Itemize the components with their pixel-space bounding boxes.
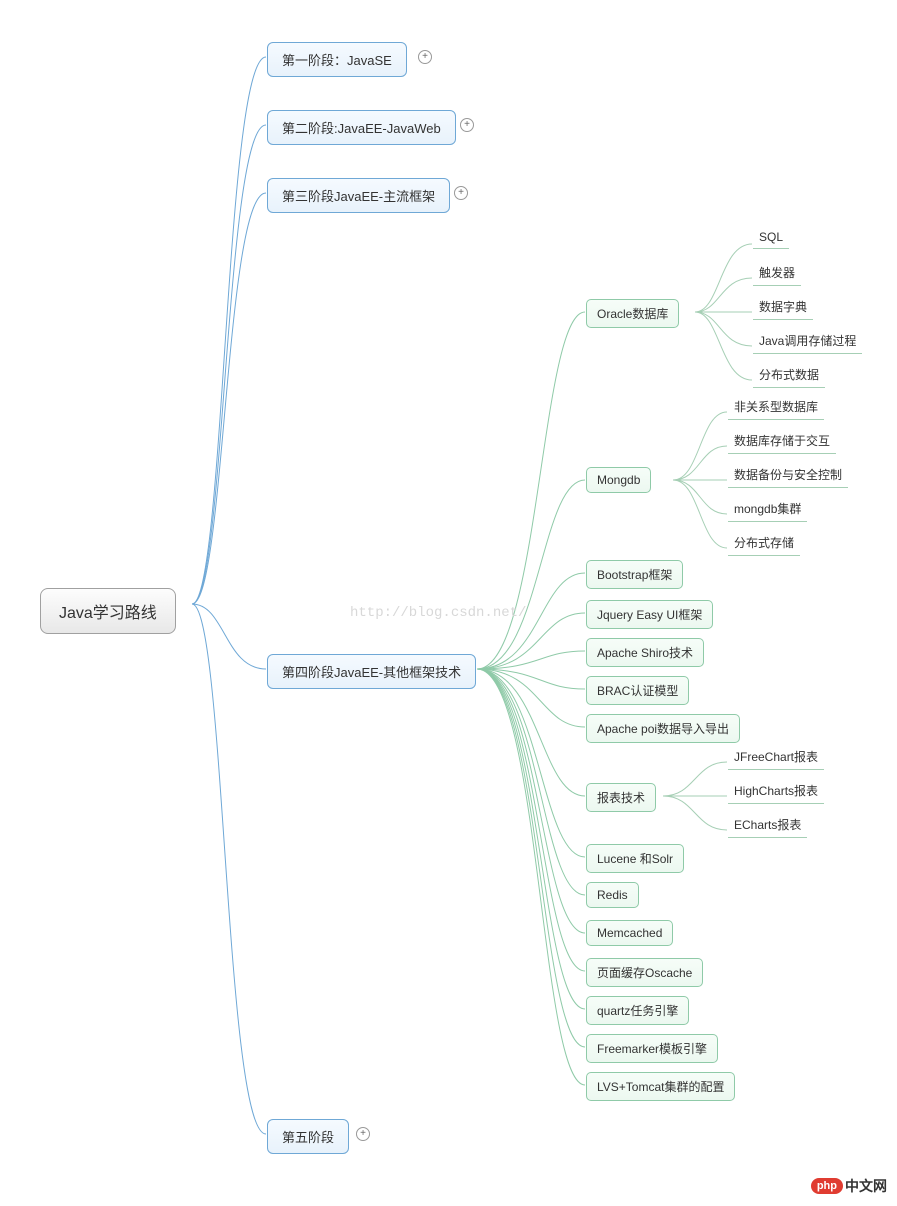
- poi-node[interactable]: Apache poi数据导入导出: [586, 714, 740, 743]
- oracle-node[interactable]: Oracle数据库: [586, 299, 679, 328]
- mongdb-dist-leaf[interactable]: 分布式存储: [728, 532, 800, 556]
- stage-2-node[interactable]: 第二阶段:JavaEE-JavaWeb: [267, 110, 456, 145]
- oracle-dist-leaf[interactable]: 分布式数据: [753, 364, 825, 388]
- redis-node[interactable]: Redis: [586, 882, 639, 908]
- stage-5-node[interactable]: 第五阶段: [267, 1119, 349, 1154]
- echarts-leaf[interactable]: ECharts报表: [728, 814, 807, 838]
- watermark-text: http://blog.csdn.net/: [350, 605, 526, 621]
- stage-1-node[interactable]: 第一阶段：JavaSE: [267, 42, 407, 77]
- mongdb-backup-leaf[interactable]: 数据备份与安全控制: [728, 464, 848, 488]
- lucene-node[interactable]: Lucene 和Solr: [586, 844, 684, 873]
- mongdb-cluster-leaf[interactable]: mongdb集群: [728, 498, 807, 522]
- expand-icon[interactable]: +: [418, 50, 432, 64]
- highcharts-leaf[interactable]: HighCharts报表: [728, 780, 824, 804]
- mongdb-nosql-leaf[interactable]: 非关系型数据库: [728, 396, 824, 420]
- shiro-node[interactable]: Apache Shiro技术: [586, 638, 704, 667]
- lvs-node[interactable]: LVS+Tomcat集群的配置: [586, 1072, 735, 1101]
- quartz-node[interactable]: quartz任务引擎: [586, 996, 689, 1025]
- jquery-node[interactable]: Jquery Easy UI框架: [586, 600, 713, 629]
- oscache-node[interactable]: 页面缓存Oscache: [586, 958, 703, 987]
- oracle-javaproc-leaf[interactable]: Java调用存储过程: [753, 330, 862, 354]
- oracle-trigger-leaf[interactable]: 触发器: [753, 262, 801, 286]
- bootstrap-node[interactable]: Bootstrap框架: [586, 560, 683, 589]
- oracle-sql-leaf[interactable]: SQL: [753, 228, 789, 249]
- brac-node[interactable]: BRAC认证模型: [586, 676, 689, 705]
- stage-3-node[interactable]: 第三阶段JavaEE-主流框架: [267, 178, 450, 213]
- jfreechart-leaf[interactable]: JFreeChart报表: [728, 746, 824, 770]
- expand-icon[interactable]: +: [460, 118, 474, 132]
- oracle-dict-leaf[interactable]: 数据字典: [753, 296, 813, 320]
- root-node[interactable]: Java学习路线: [40, 588, 176, 634]
- logo-text: 中文网: [845, 1176, 887, 1196]
- site-logo: php 中文网: [811, 1176, 887, 1196]
- expand-icon[interactable]: +: [356, 1127, 370, 1141]
- freemarker-node[interactable]: Freemarker模板引擎: [586, 1034, 718, 1063]
- logo-badge: php: [811, 1178, 843, 1194]
- report-node[interactable]: 报表技术: [586, 783, 656, 812]
- mongdb-store-leaf[interactable]: 数据库存储于交互: [728, 430, 836, 454]
- stage-4-node[interactable]: 第四阶段JavaEE-其他框架技术: [267, 654, 476, 689]
- mongdb-node[interactable]: Mongdb: [586, 467, 651, 493]
- expand-icon[interactable]: +: [454, 186, 468, 200]
- memcached-node[interactable]: Memcached: [586, 920, 673, 946]
